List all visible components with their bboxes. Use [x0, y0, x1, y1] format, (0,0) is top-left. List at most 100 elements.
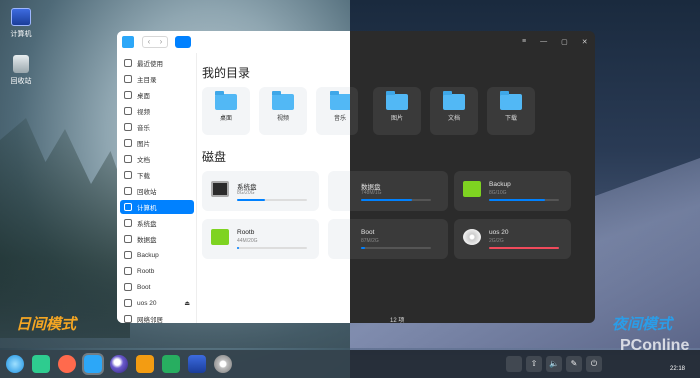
browser-icon[interactable] [110, 355, 128, 373]
disk-usage-bar [237, 199, 307, 201]
sidebar-item-uos20[interactable]: uos 20 ⏏ [120, 296, 194, 310]
disk-card-rootb[interactable]: Rootb 44M/20G [202, 219, 319, 259]
tray-arrow-icon[interactable] [506, 356, 522, 372]
disk-card-data-light[interactable] [328, 171, 350, 211]
partition-icon [463, 181, 481, 197]
close-icon[interactable]: ✕ [582, 38, 588, 46]
disk-usage-fill [237, 247, 239, 249]
disk-icon [124, 283, 132, 291]
launcher-icon[interactable] [6, 355, 24, 373]
disk-usage-fill [489, 247, 559, 249]
settings-gear-icon[interactable] [214, 355, 232, 373]
folder-download-icon [500, 91, 522, 110]
archive-icon[interactable] [136, 355, 154, 373]
forward-button[interactable]: › [155, 37, 167, 47]
sidebar: 最近使用 主目录 桌面 视频 音乐 图片 文档 下载 回收站 计算机 系统盘 数… [117, 53, 197, 323]
sidebar-item-data-disk[interactable]: 数据盘 [120, 232, 194, 246]
sidebar-item-rootb[interactable]: Rootb [120, 264, 194, 278]
disk-card-boot[interactable]: Boot 87M/2G [350, 219, 448, 259]
night-mode-label: 夜间模式 [612, 316, 673, 333]
desktop-trash-label: 回收站 [10, 78, 32, 85]
multitask-icon[interactable] [32, 355, 50, 373]
folder-document-icon [443, 91, 465, 110]
minimize-icon[interactable]: — [540, 38, 547, 46]
download-icon [124, 171, 132, 179]
eject-icon[interactable]: ⏏ [184, 300, 190, 307]
status-bar-count: 12 项 [390, 318, 405, 323]
folder-music-icon [330, 91, 350, 110]
video-icon [124, 107, 132, 115]
partition-icon [211, 229, 229, 245]
cd-icon [463, 229, 481, 245]
maximize-icon[interactable]: ▢ [561, 38, 568, 46]
desktop-trash[interactable]: 回收站 [4, 55, 38, 86]
menu-icon[interactable]: ≡ [522, 38, 526, 46]
sidebar-item-system-disk[interactable]: 系统盘 [120, 216, 194, 230]
monitor-icon[interactable] [188, 355, 206, 373]
power-icon[interactable]: ⏻ [586, 356, 602, 372]
disk-usage-bar [361, 247, 431, 249]
disk-usage-bar [489, 199, 559, 201]
folder-music[interactable]: 音乐 [316, 87, 350, 135]
computer-icon [11, 8, 31, 26]
sidebar-item-boot[interactable]: Boot [120, 280, 194, 294]
desktop-computer[interactable]: 计算机 [4, 8, 38, 39]
music-icon [124, 123, 132, 131]
disk-card-uos20[interactable]: uos 20 2G/2G [454, 219, 571, 259]
folder-pictures[interactable]: 图片 [373, 87, 421, 135]
disk-icon [124, 235, 132, 243]
disks-title: 磁盘 [202, 150, 227, 164]
editor-icon[interactable] [162, 355, 180, 373]
app-store-icon[interactable] [58, 355, 76, 373]
tray-up-icon[interactable]: ⇧ [526, 356, 542, 372]
trash-icon [13, 55, 29, 73]
disk-usage-fill [489, 199, 545, 201]
folder-video-icon [272, 91, 294, 110]
desktop-computer-label: 计算机 [10, 31, 32, 38]
disk-usage-fill [361, 247, 365, 249]
sidebar-item-network[interactable]: 网络邻居 [120, 312, 194, 323]
disk-icon [124, 267, 132, 275]
folder-icon [215, 91, 237, 110]
disk-card-backup[interactable]: Backup 8G/10G [454, 171, 571, 211]
network-icon [124, 315, 132, 323]
file-manager-logo-icon [122, 36, 134, 48]
nav-buttons: ‹ › [142, 36, 168, 48]
sidebar-item-home[interactable]: 主目录 [120, 72, 194, 86]
sidebar-item-music[interactable]: 音乐 [120, 120, 194, 134]
sidebar-item-downloads[interactable]: 下载 [120, 168, 194, 182]
file-manager-taskbar-icon[interactable] [82, 353, 104, 375]
volume-icon[interactable]: 🔈 [546, 356, 562, 372]
sidebar-item-pictures[interactable]: 图片 [120, 136, 194, 150]
back-button[interactable]: ‹ [143, 37, 155, 47]
folder-music-dark[interactable] [350, 87, 358, 135]
computer-icon [124, 203, 132, 211]
disk-usage-bar [489, 247, 559, 249]
folder-video[interactable]: 视频 [259, 87, 307, 135]
folder-documents[interactable]: 文档 [430, 87, 478, 135]
taskbar-clock[interactable]: 22:18 [670, 366, 685, 372]
sidebar-item-trash[interactable]: 回收站 [120, 184, 194, 198]
disk-card-data[interactable]: 数据盘 748M/1G [350, 171, 448, 211]
folder-desktop[interactable]: 桌面 [202, 87, 250, 135]
my-directory-title: 我的目录 [202, 66, 251, 80]
disk-icon [124, 251, 132, 259]
sidebar-item-video[interactable]: 视频 [120, 104, 194, 118]
folder-downloads[interactable]: 下载 [487, 87, 535, 135]
location-computer-button[interactable] [175, 36, 191, 48]
disk-usage-bar [361, 199, 431, 201]
sidebar-item-desktop[interactable]: 桌面 [120, 88, 194, 102]
sidebar-item-backup[interactable]: Backup [120, 248, 194, 262]
sidebar-item-recent[interactable]: 最近使用 [120, 56, 194, 70]
window-controls: ≡ — ▢ ✕ [522, 38, 588, 46]
hdd-icon [211, 181, 229, 197]
disk-usage-fill [361, 199, 412, 201]
document-icon [124, 155, 132, 163]
disk-card-boot-light[interactable] [328, 219, 350, 259]
sidebar-item-documents[interactable]: 文档 [120, 152, 194, 166]
disk-card-system[interactable]: 系统盘 8G/20G [202, 171, 319, 211]
sidebar-item-computer[interactable]: 计算机 [120, 200, 194, 214]
pen-icon[interactable]: ✎ [566, 356, 582, 372]
disc-icon [124, 299, 132, 307]
desktop-icon [124, 91, 132, 99]
